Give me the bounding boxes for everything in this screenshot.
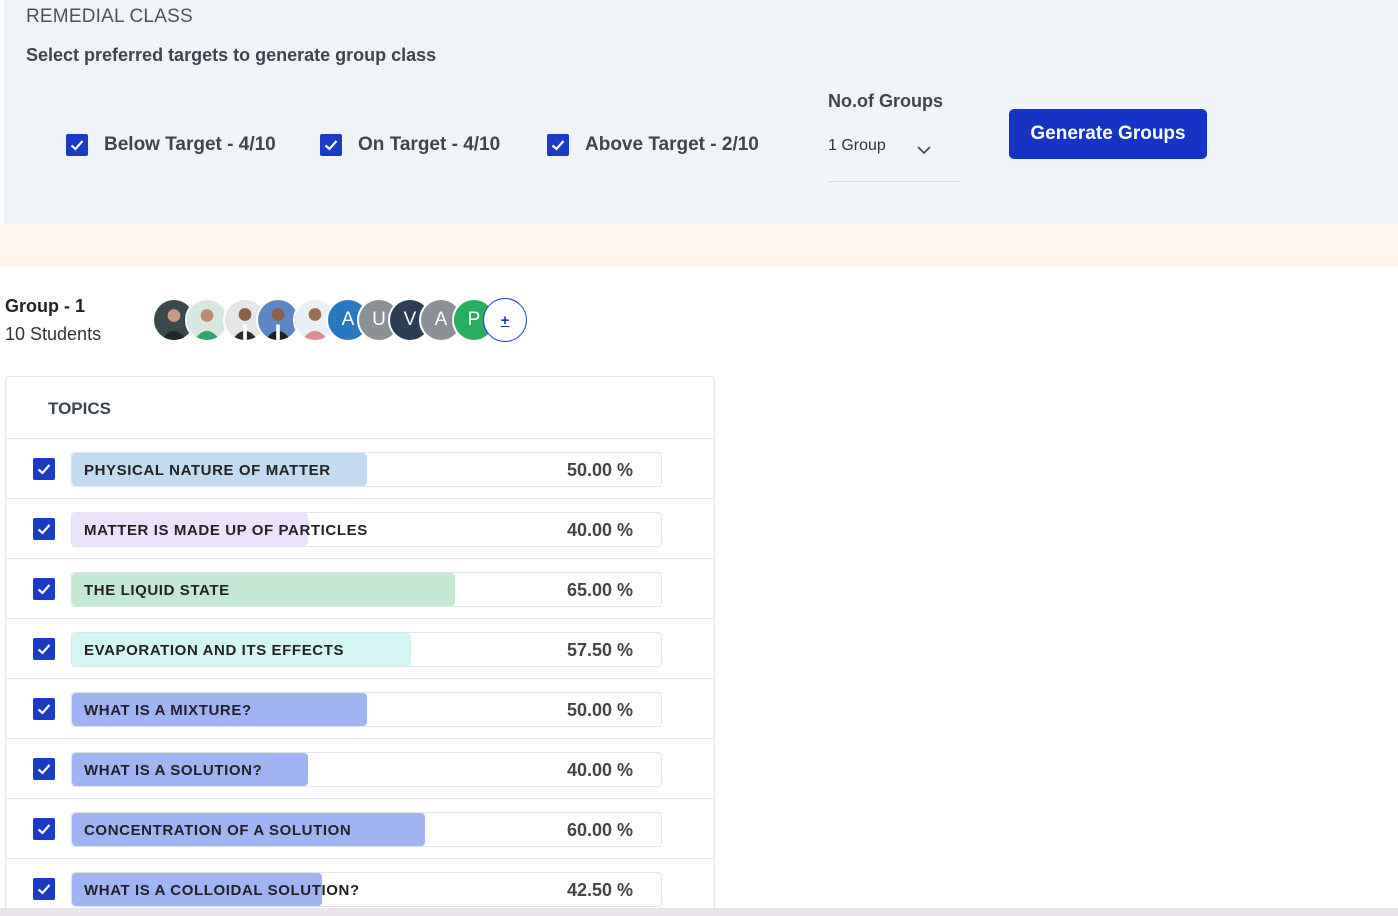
topic-percent: 40.00 % [566, 760, 633, 780]
checkbox-checked-icon [37, 764, 51, 775]
checkbox-checked-icon [37, 644, 51, 655]
target-on-label: On Target - 4/10 [358, 134, 501, 155]
topic-row: MATTER IS MADE UP OF PARTICLES 40.00 % [6, 499, 714, 559]
target-above-label: Above Target - 2/10 [585, 134, 759, 155]
add-student-button[interactable]: + [483, 298, 527, 342]
topic-checkbox[interactable] [33, 878, 55, 900]
checkbox-checked-icon [37, 524, 51, 535]
topic-name: EVAPORATION AND ITS EFFECTS [84, 642, 345, 659]
topic-name: MATTER IS MADE UP OF PARTICLES [84, 522, 368, 539]
topics-header: TOPICS [6, 377, 714, 439]
horizontal-scrollbar[interactable] [0, 908, 1398, 916]
generate-groups-button[interactable]: Generate Groups [1009, 109, 1207, 159]
section-divider-band [0, 224, 1398, 267]
chevron-down-icon [917, 146, 931, 155]
topic-checkbox[interactable] [33, 638, 55, 660]
checkbox-checked-icon[interactable] [320, 134, 342, 156]
group-student-count: 10 Students [5, 324, 102, 344]
groups-count-select[interactable]: 1 Group [828, 130, 960, 182]
checkbox-checked-icon[interactable] [547, 134, 569, 156]
plus-icon: + [500, 311, 510, 329]
checkbox-checked-icon [37, 464, 51, 475]
topic-checkbox[interactable] [33, 818, 55, 840]
topic-row: EVAPORATION AND ITS EFFECTS 57.50 % [6, 619, 714, 679]
topic-percent: 40.00 % [566, 520, 633, 540]
topics-list: PHYSICAL NATURE OF MATTER 50.00 % MATTER I… [6, 439, 714, 916]
topic-percent: 50.00 % [566, 700, 633, 720]
topic-row: WHAT IS A MIXTURE? 50.00 % [6, 679, 714, 739]
topic-checkbox[interactable] [33, 698, 55, 720]
topic-percent: 65.00 % [566, 580, 633, 600]
topic-name: WHAT IS A MIXTURE? [84, 702, 252, 719]
topic-checkbox[interactable] [33, 458, 55, 480]
topic-row: THE LIQUID STATE 65.00 % [6, 559, 714, 619]
topic-name: WHAT IS A COLLOIDAL SOLUTION? [84, 882, 360, 899]
topic-progress-bar: WHAT IS A MIXTURE? 50.00 % [71, 692, 662, 727]
page-title: REMEDIAL CLASS [26, 6, 193, 27]
target-on[interactable]: On Target - 4/10 [320, 134, 500, 156]
topic-progress-bar: WHAT IS A SOLUTION? 40.00 % [71, 752, 662, 787]
topic-checkbox[interactable] [33, 518, 55, 540]
topic-checkbox[interactable] [33, 758, 55, 780]
target-below-label: Below Target - 4/10 [104, 134, 276, 155]
topic-row: PHYSICAL NATURE OF MATTER 50.00 % [6, 439, 714, 499]
groups-count-label: No.of Groups [828, 91, 943, 111]
topic-name: CONCENTRATION OF A SOLUTION [84, 822, 352, 839]
topic-name: PHYSICAL NATURE OF MATTER [84, 462, 331, 479]
topic-percent: 60.00 % [566, 820, 633, 840]
remedial-class-panel: REMEDIAL CLASS Select preferred targets … [4, 0, 1398, 224]
topic-progress-bar: WHAT IS A COLLOIDAL SOLUTION? 42.50 % [71, 872, 662, 907]
topic-name: WHAT IS A SOLUTION? [84, 762, 263, 779]
checkbox-checked-icon [37, 884, 51, 895]
topic-progress-bar: PHYSICAL NATURE OF MATTER 50.00 % [71, 452, 662, 487]
checkbox-checked-icon[interactable] [66, 134, 88, 156]
topic-row: CONCENTRATION OF A SOLUTION 60.00 % [6, 799, 714, 859]
checkbox-checked-icon [37, 824, 51, 835]
page-subtitle: Select preferred targets to generate gro… [26, 45, 437, 65]
topics-table: TOPICS PHYSICAL NATURE OF MATTER 50.00 % M… [5, 376, 715, 916]
topic-progress-bar: THE LIQUID STATE 65.00 % [71, 572, 662, 607]
topic-percent: 42.50 % [566, 880, 633, 900]
groups-count-value: 1 Group [828, 137, 886, 154]
group-title: Group - 1 [5, 296, 85, 316]
target-above[interactable]: Above Target - 2/10 [547, 134, 759, 156]
topic-row: WHAT IS A SOLUTION? 40.00 % [6, 739, 714, 799]
checkbox-checked-icon [37, 584, 51, 595]
topic-progress-bar: CONCENTRATION OF A SOLUTION 60.00 % [71, 812, 662, 847]
checkbox-checked-icon [37, 704, 51, 715]
topic-percent: 50.00 % [566, 460, 633, 480]
target-below[interactable]: Below Target - 4/10 [66, 134, 276, 156]
topic-progress-bar: MATTER IS MADE UP OF PARTICLES 40.00 % [71, 512, 662, 547]
topic-percent: 57.50 % [566, 640, 633, 660]
topic-progress-bar: EVAPORATION AND ITS EFFECTS 57.50 % [71, 632, 662, 667]
topic-checkbox[interactable] [33, 578, 55, 600]
topic-name: THE LIQUID STATE [84, 582, 230, 599]
